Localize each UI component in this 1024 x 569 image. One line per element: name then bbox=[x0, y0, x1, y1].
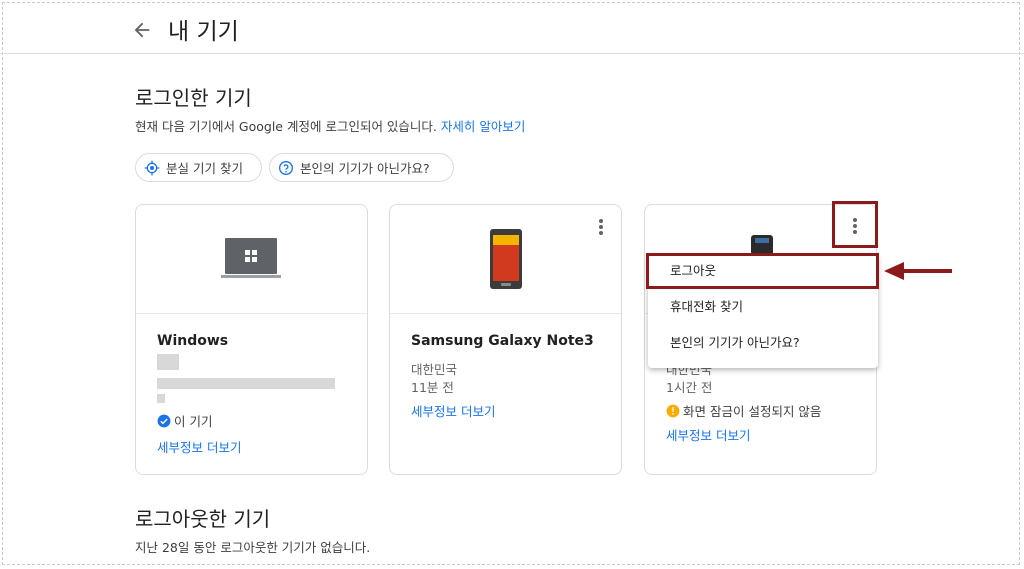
details-link[interactable]: 세부정보 더보기 bbox=[157, 437, 241, 456]
page-title: 내 기기 bbox=[168, 19, 239, 45]
details-link[interactable]: 세부정보 더보기 bbox=[666, 425, 750, 444]
page-header: 내 기기 bbox=[0, 0, 1024, 54]
screen-lock-warning: 화면 잠금이 설정되지 않음 bbox=[666, 401, 821, 420]
more-options-icon[interactable] bbox=[591, 217, 611, 237]
not-your-device-label: 본인의 기기가 아닌가요? bbox=[300, 161, 430, 176]
not-your-device-chip[interactable]: 본인의 기기가 아닌가요? bbox=[269, 153, 454, 182]
laptop-icon bbox=[221, 238, 281, 278]
locate-icon bbox=[144, 160, 160, 175]
device-name: Samsung Galaxy Note3 bbox=[411, 333, 594, 349]
device-last-active: 11분 전 bbox=[411, 380, 454, 395]
phone-icon bbox=[751, 235, 773, 255]
blurred-info bbox=[157, 354, 179, 370]
device-last-active: 1시간 전 bbox=[666, 380, 713, 395]
device-image-area bbox=[136, 205, 367, 314]
back-arrow-icon[interactable] bbox=[131, 19, 153, 41]
menu-item-find-phone[interactable]: 휴대전화 찾기 bbox=[648, 290, 878, 324]
find-lost-device-label: 분실 기기 찾기 bbox=[166, 161, 243, 176]
kebab-highlight-box bbox=[832, 201, 878, 248]
device-name: Windows bbox=[157, 333, 229, 349]
signed-in-description: 현재 다음 기기에서 Google 계정에 로그인되어 있습니다. 자세히 알아… bbox=[135, 116, 525, 135]
signed-in-description-text: 현재 다음 기기에서 Google 계정에 로그인되어 있습니다. bbox=[135, 119, 437, 134]
this-device-label: 이 기기 bbox=[174, 414, 213, 429]
help-icon bbox=[279, 160, 293, 175]
device-location: 대한민국 bbox=[411, 362, 458, 377]
warning-text: 화면 잠금이 설정되지 않음 bbox=[683, 404, 822, 419]
sign-out-highlight-box bbox=[646, 253, 879, 289]
signed-in-title: 로그인한 기기 bbox=[135, 86, 252, 110]
menu-item-not-your-device[interactable]: 본인의 기기가 아닌가요? bbox=[648, 326, 878, 360]
device-card-samsung[interactable]: Samsung Galaxy Note3 대한민국 11분 전 세부정보 더보기 bbox=[389, 204, 622, 475]
details-link[interactable]: 세부정보 더보기 bbox=[411, 401, 495, 420]
device-image-area bbox=[390, 205, 621, 314]
signed-out-title: 로그아웃한 기기 bbox=[135, 507, 271, 531]
device-card-windows[interactable]: Windows 이 기기 세부정보 더보기 bbox=[135, 204, 368, 475]
phone-icon bbox=[490, 229, 522, 289]
warning-icon bbox=[666, 404, 680, 418]
find-lost-device-chip[interactable]: 분실 기기 찾기 bbox=[135, 153, 262, 182]
this-device-status: 이 기기 bbox=[157, 411, 212, 430]
check-circle-icon bbox=[157, 414, 171, 428]
blurred-info bbox=[157, 394, 165, 403]
learn-more-link[interactable]: 자세히 알아보기 bbox=[441, 119, 525, 134]
signed-out-description: 지난 28일 동안 로그아웃한 기기가 없습니다. bbox=[135, 540, 371, 555]
annotation-arrow-icon bbox=[884, 262, 952, 280]
blurred-info bbox=[157, 378, 335, 389]
